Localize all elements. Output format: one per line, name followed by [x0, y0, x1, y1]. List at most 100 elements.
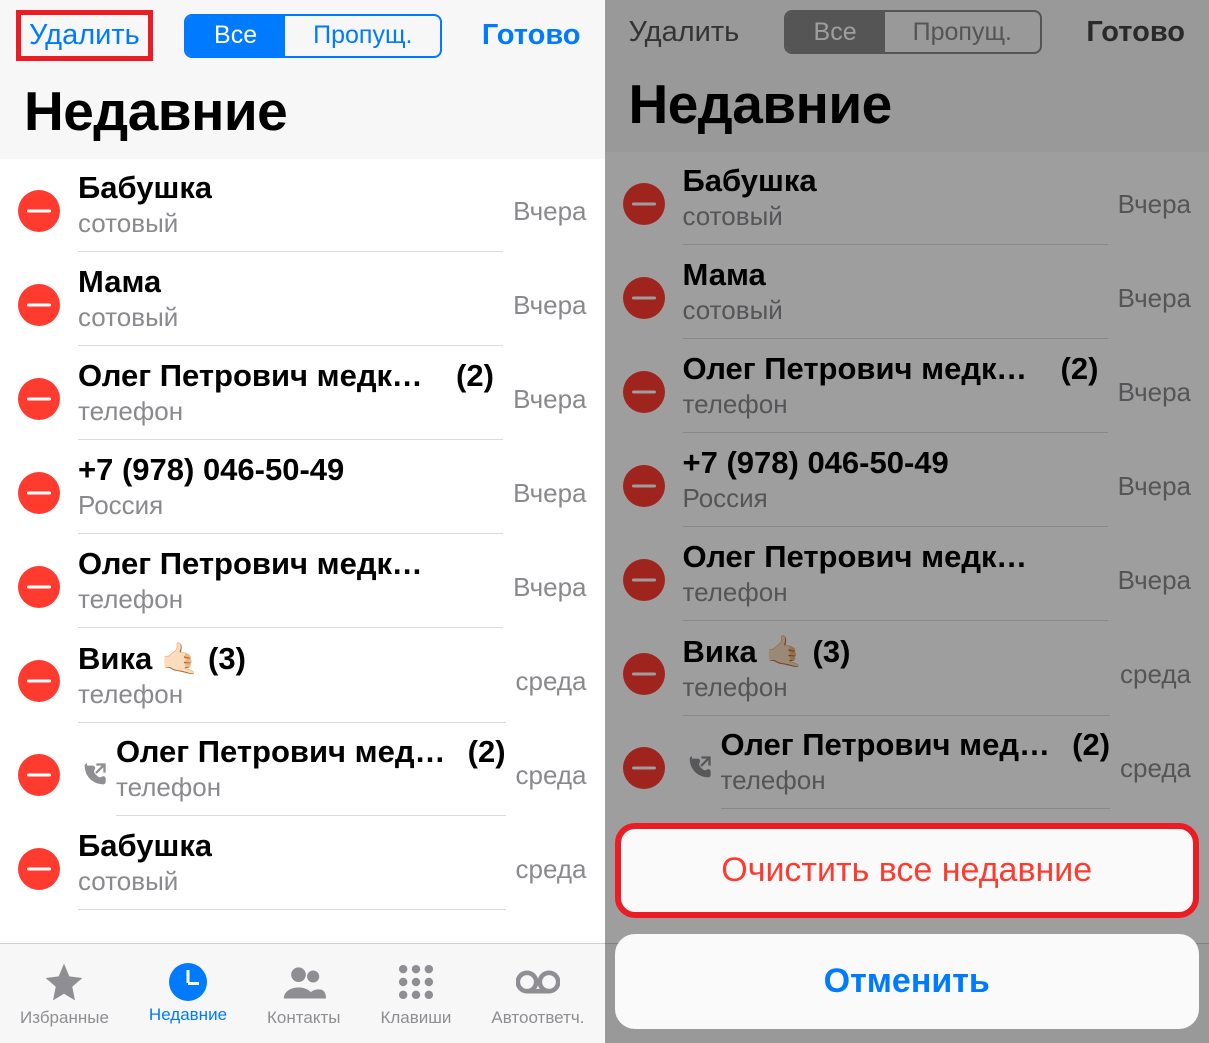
call-time: среда — [516, 666, 587, 697]
call-type-label: Россия — [78, 490, 503, 521]
row-main: Вика 🤙🏻 (3)телефон — [78, 640, 506, 723]
tab-favorites[interactable]: Избранные — [20, 960, 109, 1028]
contact-name: Олег Петрович медком… — [683, 351, 1043, 387]
segment-all[interactable]: Все — [186, 16, 285, 56]
call-count: (2) — [1072, 727, 1110, 763]
segment-all[interactable]: Все — [786, 12, 885, 52]
voicemail-icon — [516, 960, 560, 1004]
call-type-label: сотовый — [683, 201, 1108, 232]
call-time: Вчера — [513, 478, 586, 509]
tab-recents[interactable]: Недавние — [149, 963, 227, 1025]
call-row[interactable]: +7 (978) 046-50-49Россия Вчера — [0, 441, 605, 535]
call-row[interactable]: Бабушкасотовый Вчера — [605, 152, 1209, 246]
call-time: Вчера — [1118, 565, 1191, 596]
call-type-label: сотовый — [78, 208, 503, 239]
tab-label: Клавиши — [380, 1008, 451, 1028]
action-sheet: Очистить все недавние Отменить — [615, 823, 1200, 1029]
contact-name: Олег Петрович медкомисс… — [683, 539, 1043, 575]
call-time: Вчера — [1118, 471, 1191, 502]
delete-row-icon[interactable] — [18, 754, 60, 796]
delete-row-icon[interactable] — [623, 559, 665, 601]
page-title: Недавние — [0, 61, 605, 159]
call-row[interactable]: Олег Петрович медком…(2)телефон среда — [605, 716, 1209, 810]
outgoing-call-icon — [78, 759, 110, 791]
contact-name: Олег Петрович медкомисс… — [78, 546, 438, 582]
tabbar: Избранные Недавние Контакты Клавиши Авто… — [0, 943, 605, 1043]
delete-button[interactable]: Удалить — [621, 12, 748, 53]
row-main: Олег Петрович медком…(2)телефон — [721, 727, 1111, 809]
delete-row-icon[interactable] — [18, 190, 60, 232]
delete-row-icon[interactable] — [623, 653, 665, 695]
delete-row-icon[interactable] — [623, 465, 665, 507]
row-main: Олег Петрович медком…(2)телефон — [116, 734, 506, 816]
call-count: (2) — [456, 358, 494, 394]
call-row[interactable]: Вика 🤙🏻 (3)телефонсреда — [605, 622, 1209, 716]
call-row[interactable]: Бабушкасотовый среда — [0, 817, 605, 911]
segmented-control[interactable]: Все Пропущ. — [184, 14, 442, 58]
delete-row-icon[interactable] — [623, 277, 665, 319]
call-row[interactable]: +7 (978) 046-50-49РоссияВчера — [605, 434, 1209, 528]
delete-row-icon[interactable] — [623, 747, 665, 789]
delete-row-icon[interactable] — [18, 566, 60, 608]
contact-name: Мама — [78, 264, 161, 300]
call-time: среда — [516, 854, 587, 885]
delete-row-icon[interactable] — [18, 848, 60, 890]
outgoing-call-icon — [683, 752, 715, 784]
call-time: Вчера — [1118, 189, 1191, 220]
call-type-label: Россия — [683, 483, 1108, 514]
row-main: Олег Петрович медком… (2)телефон — [78, 358, 503, 440]
call-row[interactable]: БабушкасотовыйВчера — [0, 159, 605, 253]
call-row[interactable]: Олег Петрович медком…(2)телефонсреда — [0, 723, 605, 817]
row-main: +7 (978) 046-50-49Россия — [78, 452, 503, 534]
contact-name: Вика 🤙🏻 (3) — [683, 633, 851, 670]
clear-all-recents-button[interactable]: Очистить все недавние — [615, 823, 1200, 918]
call-type-label: сотовый — [78, 866, 506, 897]
segment-missed[interactable]: Пропущ. — [885, 12, 1040, 52]
call-type-label: телефон — [78, 584, 503, 615]
call-row[interactable]: Олег Петрович медкомисс…телефонВчера — [0, 535, 605, 629]
contact-name: Мама — [683, 257, 766, 293]
delete-row-icon[interactable] — [18, 378, 60, 420]
call-time: Вчера — [1118, 377, 1191, 408]
call-row[interactable]: Вика 🤙🏻 (3)телефон среда — [0, 629, 605, 723]
tab-label: Избранные — [20, 1008, 109, 1028]
page-title: Недавние — [605, 54, 1209, 152]
tab-voicemail[interactable]: Автоответч. — [491, 960, 584, 1028]
call-row[interactable]: Олег Петрович медкомисс…телефон Вчера — [605, 528, 1209, 622]
call-type-label: телефон — [683, 577, 1108, 608]
contact-name: Олег Петрович медком… — [78, 358, 438, 394]
delete-row-icon[interactable] — [623, 371, 665, 413]
row-main: Бабушкасотовый — [78, 170, 503, 252]
row-main: Мамасотовый — [78, 264, 503, 346]
keypad-icon — [394, 960, 438, 1004]
call-time: среда — [1120, 659, 1191, 690]
call-type-label: телефон — [78, 679, 506, 710]
call-type-label: телефон — [78, 396, 503, 427]
delete-button[interactable]: Удалить — [16, 10, 153, 61]
tab-keypad[interactable]: Клавиши — [380, 960, 451, 1028]
call-time: Вчера — [1118, 283, 1191, 314]
call-time: среда — [1120, 753, 1191, 784]
star-icon — [42, 960, 86, 1004]
row-main: Бабушкасотовый — [683, 163, 1108, 245]
tab-contacts[interactable]: Контакты — [267, 960, 340, 1028]
contact-name: Бабушка — [78, 828, 212, 864]
call-row[interactable]: Мамасотовый Вчера — [605, 246, 1209, 340]
row-main: Бабушкасотовый — [78, 828, 506, 910]
topbar: Удалить Все Пропущ. Готово — [0, 0, 605, 61]
segment-missed[interactable]: Пропущ. — [285, 16, 440, 56]
call-row[interactable]: Олег Петрович медком…(2)телефонВчера — [0, 347, 605, 441]
delete-row-icon[interactable] — [18, 660, 60, 702]
call-row[interactable]: МамасотовыйВчера — [0, 253, 605, 347]
call-type-label: сотовый — [683, 295, 1108, 326]
delete-row-icon[interactable] — [623, 183, 665, 225]
delete-row-icon[interactable] — [18, 284, 60, 326]
call-row[interactable]: Олег Петрович медком…(2)телефонВчера — [605, 340, 1209, 434]
done-button[interactable]: Готово — [1078, 12, 1193, 53]
delete-row-icon[interactable] — [18, 472, 60, 514]
row-main: Олег Петрович медкомисс…телефон — [683, 539, 1108, 621]
done-button[interactable]: Готово — [474, 15, 589, 56]
cancel-button[interactable]: Отменить — [615, 934, 1200, 1029]
row-main: Мамасотовый — [683, 257, 1108, 339]
segmented-control[interactable]: Все Пропущ. — [784, 10, 1042, 54]
